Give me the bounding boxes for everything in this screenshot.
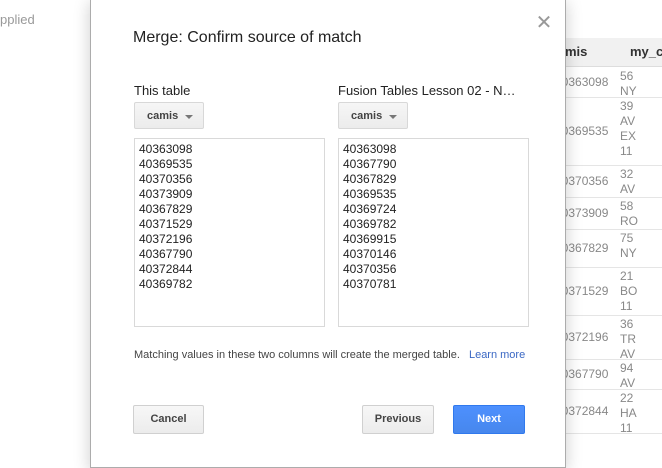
background-table-row: 40370356 32 AV — [555, 165, 662, 198]
other-table-value-item: 40369915 — [343, 232, 397, 246]
this-table-value-item: 40369535 — [139, 157, 193, 171]
merge-dialog: ✕ Merge: Confirm source of match This ta… — [90, 0, 566, 468]
this-table-value-item: 40372196 — [139, 232, 193, 246]
other-table-values-list[interactable]: 40363098 40367790 40367829 40369535 40369724… — [338, 138, 529, 327]
background-address-cell: 39 AV EX 11 — [620, 99, 636, 159]
background-address-line: AV — [620, 114, 636, 128]
this-table-label: This table — [134, 83, 191, 98]
background-address-line: 22 — [620, 391, 634, 405]
background-address-cell: 22 HA 11 — [620, 391, 637, 436]
background-address-line: EX — [620, 129, 637, 143]
other-table-value-item: 40370146 — [343, 247, 397, 261]
background-address-line: AV — [620, 182, 636, 196]
background-address-cell: 58 RO — [620, 199, 638, 229]
background-address-line: 58 — [620, 199, 634, 213]
background-address-line: 36 — [620, 317, 634, 331]
background-address-line: TR — [620, 332, 636, 346]
background-address-line: BO — [620, 284, 638, 298]
background-address-line: RO — [620, 214, 638, 228]
background-address-line: 21 — [620, 269, 634, 283]
this-table-value-item: 40371529 — [139, 217, 193, 231]
background-table-row: 40369535 39 AV EX 11 — [555, 97, 662, 166]
chevron-down-icon — [185, 115, 193, 119]
cancel-button[interactable]: Cancel — [133, 405, 204, 434]
learn-more-link[interactable]: Learn more — [469, 349, 525, 361]
this-table-column-select[interactable]: camis — [134, 102, 204, 129]
this-table-values-list[interactable]: 40363098 40369535 40370356 40373909 40367829… — [134, 138, 325, 327]
column-header-my-c[interactable]: my_c — [630, 44, 662, 59]
other-table-value-item: 40369724 — [343, 202, 397, 216]
background-address-line: 94 — [620, 361, 634, 375]
this-table-value-item: 40373909 — [139, 187, 193, 201]
background-table-row: 40367790 94 AV — [555, 359, 662, 390]
other-table-value-item: 40367790 — [343, 157, 397, 171]
background-address-cell: 21 BO 11 — [620, 269, 637, 314]
background-table: mis my_c 40363098 56 NY 40369535 39 AV EX 11 403… — [555, 0, 662, 468]
background-table-row: 40371529 21 BO 11 — [555, 267, 662, 316]
background-filter-text: pplied — [0, 12, 35, 27]
background-address-cell: 56 NY — [620, 69, 637, 99]
background-address-line: 32 — [620, 167, 634, 181]
this-table-value-item: 40372844 — [139, 262, 193, 276]
this-table-value-item: 40367790 — [139, 247, 193, 261]
other-table-value-item: 40370356 — [343, 262, 397, 276]
background-table-row: 40367829 75 NY — [555, 229, 662, 268]
background-table-row: 40372196 36 TR AV — [555, 315, 662, 362]
background-table-row: 40372844 22 HA 11 — [555, 389, 662, 436]
other-table-value-item: 40370781 — [343, 277, 397, 291]
other-table-value-item: 40369535 — [343, 187, 397, 201]
next-button[interactable]: Next — [453, 405, 525, 434]
background-address-line: 11 — [620, 421, 633, 435]
helper-text: Matching values in these two columns wil… — [134, 349, 525, 361]
background-table-row: 40373909 58 RO — [555, 197, 662, 230]
background-address-line: 11 — [620, 144, 633, 158]
other-table-column-select[interactable]: camis — [338, 102, 408, 129]
background-address-line: 56 — [620, 69, 634, 83]
other-table-column-value: camis — [351, 110, 383, 122]
this-table-value-item: 40363098 — [139, 142, 193, 156]
background-address-line: 75 — [620, 231, 634, 245]
chevron-down-icon — [389, 115, 397, 119]
background-address-line: NY — [620, 246, 637, 260]
background-address-cell: 94 AV — [620, 361, 635, 391]
background-table-row: 40363098 56 NY — [555, 67, 662, 98]
column-header-camis[interactable]: mis — [565, 44, 587, 59]
previous-button[interactable]: Previous — [362, 405, 434, 434]
background-address-line: 11 — [620, 299, 633, 313]
other-table-value-item: 40363098 — [343, 142, 397, 156]
this-table-value-item: 40369782 — [139, 277, 193, 291]
background-address-cell: 36 TR AV — [620, 317, 636, 362]
background-table-header: mis my_c — [555, 38, 662, 67]
this-table-value-item: 40370356 — [139, 172, 193, 186]
other-table-value-item: 40369782 — [343, 217, 397, 231]
this-table-column-value: camis — [147, 110, 179, 122]
other-table-label: Fusion Tables Lesson 02 - N… — [338, 83, 516, 98]
background-address-cell: 32 AV — [620, 167, 635, 197]
dialog-title: Merge: Confirm source of match — [133, 29, 362, 46]
close-icon[interactable]: ✕ — [535, 13, 553, 33]
background-address-line: HA — [620, 406, 637, 420]
background-address-cell: 75 NY — [620, 231, 637, 261]
helper-description: Matching values in these two columns wil… — [134, 349, 460, 361]
this-table-value-item: 40367829 — [139, 202, 193, 216]
background-address-line: 39 — [620, 99, 634, 113]
other-table-value-item: 40367829 — [343, 172, 397, 186]
